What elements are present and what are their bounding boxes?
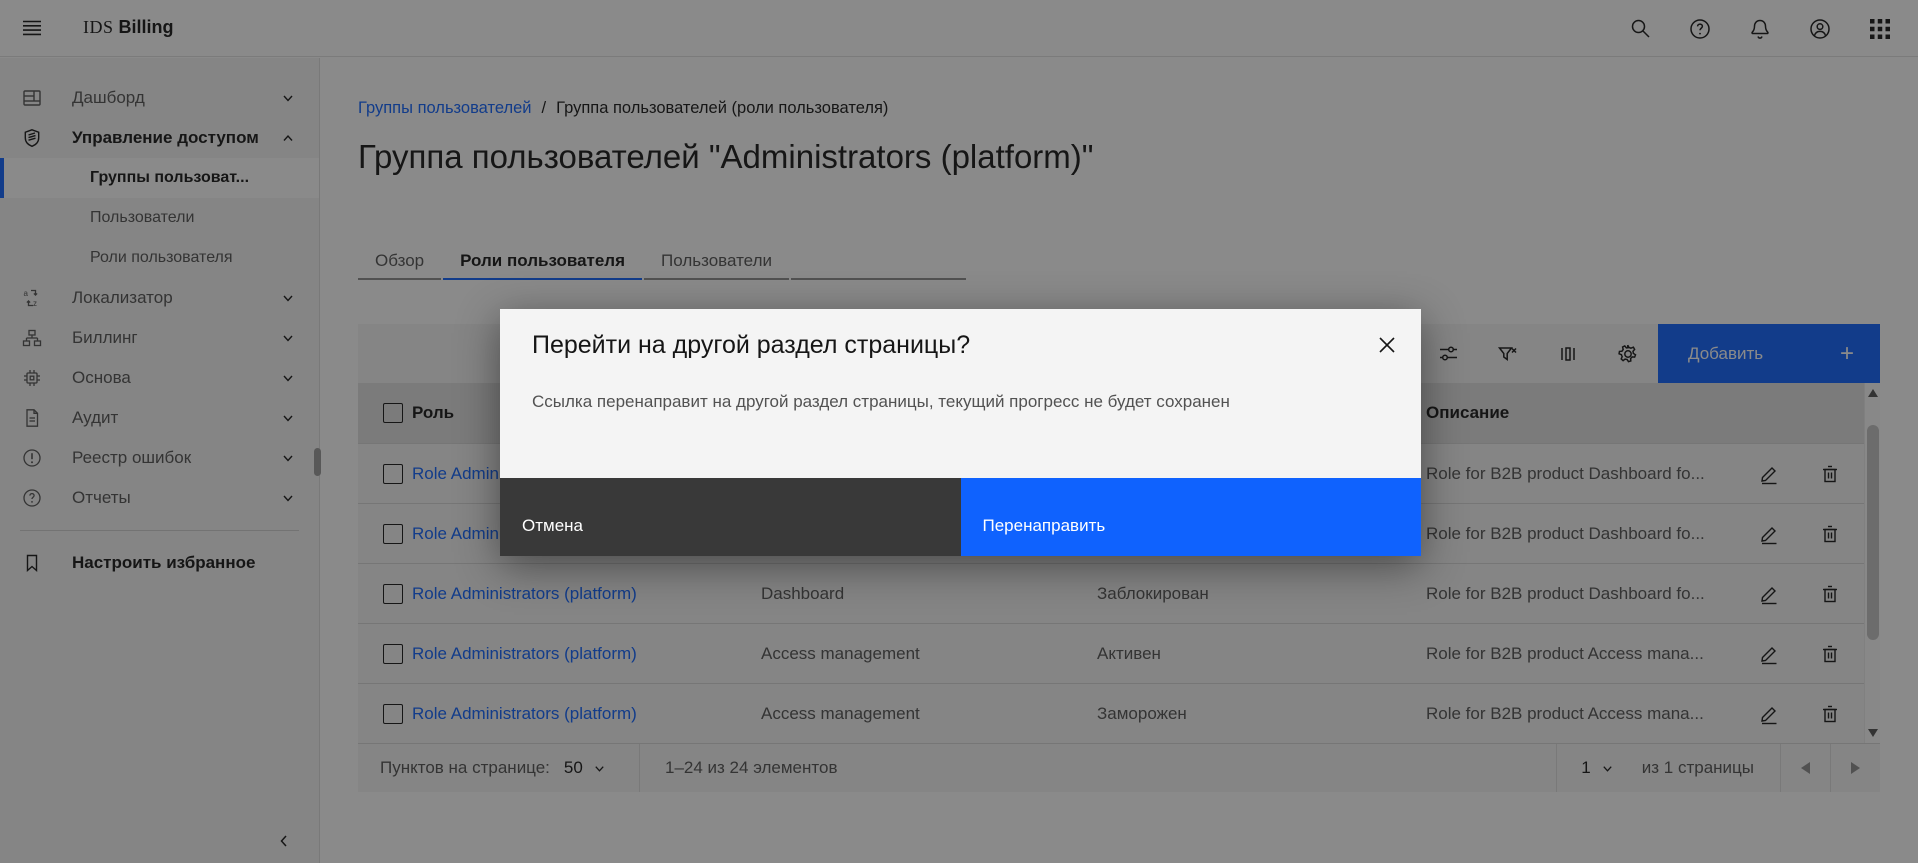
redirect-confirmation-modal: Перейти на другой раздел страницы? Ссылк… <box>500 309 1421 556</box>
app-root: IDSBilling <box>0 0 1918 863</box>
close-icon[interactable] <box>1367 325 1407 365</box>
cancel-button[interactable]: Отмена <box>500 478 961 556</box>
modal-footer: Отмена Перенаправить <box>500 478 1421 556</box>
modal-body-text: Ссылка перенаправит на другой раздел стр… <box>532 391 1281 414</box>
modal-title: Перейти на другой раздел страницы? <box>532 331 970 360</box>
redirect-button[interactable]: Перенаправить <box>961 478 1422 556</box>
